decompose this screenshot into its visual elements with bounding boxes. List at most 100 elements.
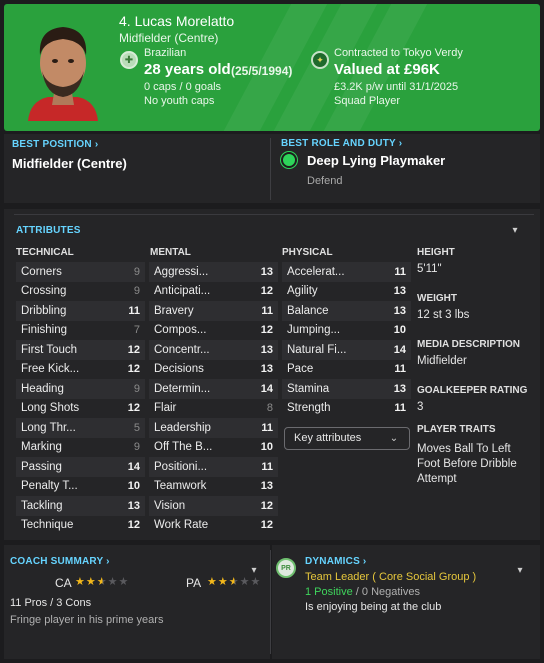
attribute-row[interactable]: Crossing 9 — [16, 282, 145, 302]
attribute-value: 12 — [127, 343, 140, 356]
attribute-name: Long Thr... — [21, 421, 76, 434]
attribute-row[interactable]: Long Shots 12 — [16, 399, 145, 419]
attribute-row[interactable]: Agility 13 — [282, 282, 411, 302]
attribute-row[interactable]: Finishing 7 — [16, 321, 145, 341]
attribute-name: Long Shots — [21, 402, 80, 415]
attribute-row[interactable]: Corners 9 — [16, 262, 145, 282]
role-name[interactable]: Deep Lying Playmaker — [307, 153, 445, 168]
club-crest-icon[interactable]: ✦ — [311, 51, 329, 69]
attribute-row[interactable]: Stamina 13 — [282, 379, 411, 399]
attribute-row[interactable]: Work Rate 12 — [149, 516, 278, 536]
player-role: Midfielder (Centre) — [119, 31, 219, 45]
goalkeeper-rating-value: 3 — [417, 401, 424, 413]
attribute-row[interactable]: Passing 14 — [16, 457, 145, 477]
attribute-value: 9 — [133, 382, 140, 395]
attribute-row[interactable]: Jumping... 10 — [282, 321, 411, 341]
attribute-row[interactable]: Heading 9 — [16, 379, 145, 399]
mental-heading: MENTAL — [150, 247, 191, 258]
attribute-value: 14 — [127, 460, 140, 473]
attribute-row[interactable]: Teamwork 13 — [149, 477, 278, 497]
attribute-value: 11 — [261, 421, 273, 434]
attribute-name: Technique — [21, 519, 74, 532]
attribute-row[interactable]: Determin... 14 — [149, 379, 278, 399]
chevron-down-icon[interactable]: ▾ — [513, 566, 527, 576]
attribute-row[interactable]: Bravery 11 — [149, 301, 278, 321]
date-of-birth: (25/5/1994) — [231, 64, 293, 78]
weight-value: 12 st 3 lbs — [417, 309, 470, 321]
chevron-down-icon[interactable]: ▾ — [508, 226, 522, 236]
media-description-value: Midfielder — [417, 355, 467, 367]
star-icon: ★ — [75, 576, 86, 588]
flag-icon[interactable]: ✚ — [120, 51, 138, 69]
goalkeeper-rating-heading: GOALKEEPER RATING — [417, 385, 528, 396]
contract-club[interactable]: Contracted to Tokyo Verdy — [334, 47, 463, 59]
attribute-value: 5 — [133, 421, 140, 434]
social-group-name: Team Leader — [305, 571, 370, 583]
nationality[interactable]: Brazilian — [144, 47, 186, 59]
attribute-value: 11 — [394, 265, 406, 278]
attribute-value: 12 — [260, 499, 273, 512]
attribute-row[interactable]: Balance 13 — [282, 301, 411, 321]
attribute-name: Penalty T... — [21, 480, 78, 493]
attribute-row[interactable]: Concentr... 13 — [149, 340, 278, 360]
attribute-row[interactable]: First Touch 12 — [16, 340, 145, 360]
attributes-heading: ATTRIBUTES — [16, 225, 81, 236]
technical-heading: TECHNICAL — [16, 247, 74, 258]
player-traits-heading: PLAYER TRAITS — [417, 424, 496, 435]
attribute-row[interactable]: Decisions 13 — [149, 360, 278, 380]
panel-divider — [270, 550, 271, 654]
attribute-value: 13 — [260, 363, 273, 376]
key-attributes-label: Key attributes — [294, 432, 362, 444]
player-portrait — [18, 13, 108, 121]
attribute-row[interactable]: Pace 11 — [282, 360, 411, 380]
attribute-row[interactable]: Flair 8 — [149, 399, 278, 419]
attribute-row[interactable]: Penalty T... 10 — [16, 477, 145, 497]
attribute-row[interactable]: Tackling 13 — [16, 496, 145, 516]
attribute-value: 12 — [260, 519, 273, 532]
key-attributes-dropdown[interactable]: Key attributes ⌄ — [284, 427, 410, 450]
wage-contract: £3.2K p/w until 31/1/2025 — [334, 81, 459, 93]
attribute-row[interactable]: Dribbling 11 — [16, 301, 145, 321]
attribute-name: Bravery — [154, 304, 194, 317]
attribute-value: 13 — [260, 343, 273, 356]
chevron-down-icon: ⌄ — [389, 433, 399, 444]
attribute-value: 12 — [127, 363, 140, 376]
chevron-right-icon: › — [106, 556, 110, 567]
attribute-value: 8 — [266, 402, 273, 415]
attribute-row[interactable]: Natural Fi... 14 — [282, 340, 411, 360]
attribute-value: 12 — [127, 519, 140, 532]
best-role-link[interactable]: BEST ROLE AND DUTY › — [281, 138, 402, 149]
attribute-value: 10 — [127, 480, 140, 493]
attribute-row[interactable]: Accelerat... 11 — [282, 262, 411, 282]
attribute-row[interactable]: Free Kick... 12 — [16, 360, 145, 380]
international-caps: 0 caps / 0 goals — [144, 81, 222, 93]
weight-heading: WEIGHT — [417, 293, 457, 304]
star-icon: ★ — [217, 576, 229, 588]
attribute-value: 9 — [133, 285, 140, 298]
attribute-row[interactable]: Long Thr... 5 — [16, 418, 145, 438]
attribute-value: 10 — [393, 324, 406, 337]
dynamics-link[interactable]: DYNAMICS › — [305, 556, 366, 567]
coach-summary-text: Fringe player in his prime years — [10, 614, 164, 626]
attribute-row[interactable]: Aggressi... 13 — [149, 262, 278, 282]
star-icon: ★ — [85, 576, 97, 588]
attribute-value: 13 — [260, 480, 273, 493]
attribute-name: Teamwork — [154, 480, 207, 493]
attribute-row[interactable]: Technique 12 — [16, 516, 145, 536]
attribute-row[interactable]: Off The B... 10 — [149, 438, 278, 458]
attribute-row[interactable]: Vision 12 — [149, 496, 278, 516]
attribute-row[interactable]: Leadership 11 — [149, 418, 278, 438]
attribute-row[interactable]: Anticipati... 12 — [149, 282, 278, 302]
attribute-row[interactable]: Strength 11 — [282, 399, 411, 419]
attribute-row[interactable]: Positioni... 11 — [149, 457, 278, 477]
attribute-row[interactable]: Compos... 12 — [149, 321, 278, 341]
attribute-name: Concentr... — [154, 343, 210, 356]
pa-stars: ★★★★★ — [207, 575, 261, 588]
attribute-name: Compos... — [154, 324, 207, 337]
happiness-status: Is enjoying being at the club — [305, 601, 442, 613]
coach-summary-link[interactable]: COACH SUMMARY › — [10, 556, 110, 567]
attribute-name: Stamina — [287, 382, 330, 395]
attribute-row[interactable]: Marking 9 — [16, 438, 145, 458]
best-position-link[interactable]: BEST POSITION › — [12, 139, 98, 150]
positive-count: 1 Positive — [305, 586, 353, 598]
